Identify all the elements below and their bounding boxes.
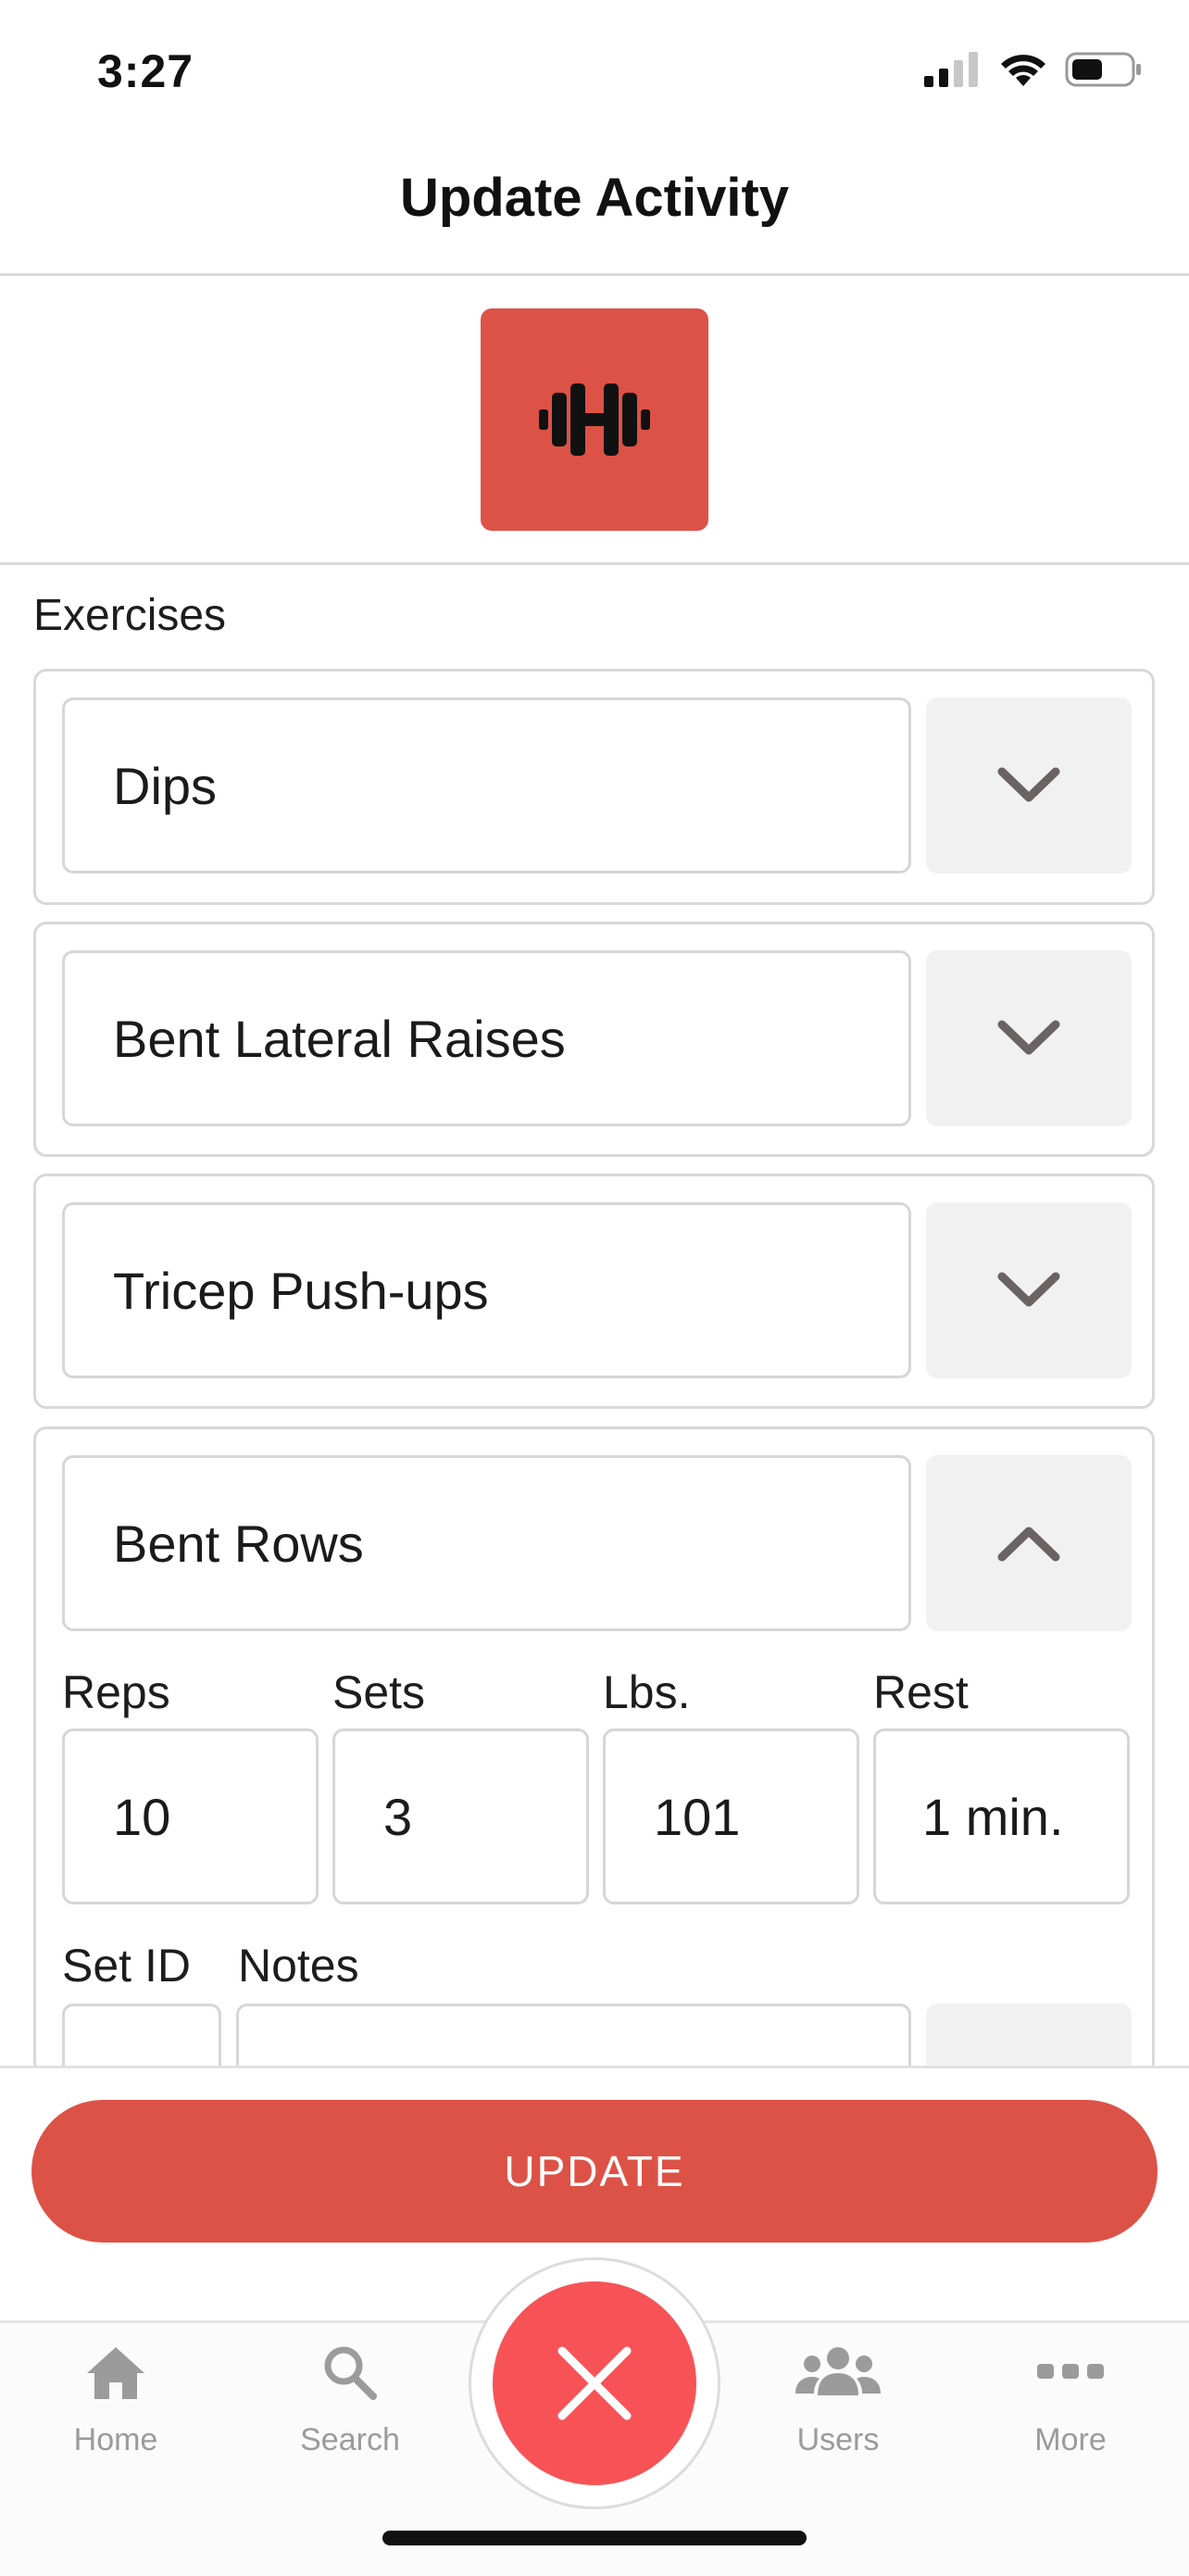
chevron-down-icon — [997, 1272, 1060, 1307]
status-icons — [924, 51, 1143, 88]
search-icon — [324, 2346, 377, 2400]
home-indicator — [382, 2531, 807, 2545]
header-divider — [0, 273, 1189, 276]
rest-label: Rest — [873, 1666, 969, 1718]
activity-type-button[interactable] — [481, 308, 708, 531]
home-icon — [87, 2347, 144, 2399]
status-time: 3:27 — [97, 45, 194, 97]
tab-users[interactable]: Users — [745, 2344, 931, 2458]
reps-label: Reps — [62, 1666, 170, 1718]
tab-more[interactable]: More — [978, 2344, 1163, 2458]
battery-icon — [1065, 52, 1141, 87]
rest-input[interactable]: 1 min. — [873, 1728, 1130, 1904]
tab-home-label: Home — [73, 2422, 158, 2457]
cellular-signal-icon — [924, 52, 978, 87]
exercise-card-expanded: Bent Rows Reps Sets Lbs. Rest 10 3 101 1… — [33, 1426, 1155, 2180]
chevron-up-icon — [997, 1527, 1060, 1562]
exercise-name-field[interactable]: Tricep Push-ups — [62, 1202, 911, 1378]
page-title: Update Activity — [399, 168, 790, 228]
exercise-name-field[interactable]: Bent Lateral Raises — [62, 950, 911, 1126]
close-button[interactable] — [493, 2281, 696, 2485]
wifi-icon — [1001, 55, 1045, 86]
reps-input[interactable]: 10 — [62, 1728, 319, 1904]
tab-users-label: Users — [796, 2422, 880, 2457]
exercise-card: Bent Lateral Raises — [33, 922, 1155, 1157]
exercise-name-field[interactable]: Bent Rows — [62, 1455, 911, 1631]
chevron-down-icon — [997, 1020, 1060, 1055]
chevron-down-icon — [997, 767, 1060, 802]
exercise-name-field[interactable]: Dips — [62, 697, 911, 873]
tab-more-label: More — [1034, 2422, 1107, 2457]
lbs-label: Lbs. — [603, 1666, 691, 1718]
sets-label: Sets — [332, 1666, 426, 1718]
expand-button[interactable] — [926, 950, 1132, 1126]
dumbbell-icon — [539, 383, 650, 456]
tab-search-label: Search — [300, 2422, 400, 2457]
tab-home[interactable]: Home — [23, 2344, 208, 2458]
update-button[interactable]: UPDATE — [31, 2100, 1158, 2243]
tab-search[interactable]: Search — [257, 2344, 443, 2458]
exercise-card: Tricep Push-ups — [33, 1174, 1155, 1409]
expand-button[interactable] — [926, 1202, 1132, 1378]
notes-label: Notes — [238, 1940, 359, 1992]
set-id-label: Set ID — [62, 1940, 191, 1992]
more-icon — [1037, 2364, 1104, 2379]
sets-input[interactable]: 3 — [332, 1728, 589, 1904]
lbs-input[interactable]: 101 — [603, 1728, 859, 1904]
expand-button[interactable] — [926, 697, 1132, 873]
collapse-button[interactable] — [926, 1455, 1132, 1631]
users-icon — [795, 2347, 881, 2395]
exercises-label: Exercises — [33, 591, 227, 640]
icon-divider — [0, 562, 1189, 565]
exercise-card: Dips — [33, 669, 1155, 905]
close-icon — [557, 2346, 632, 2420]
